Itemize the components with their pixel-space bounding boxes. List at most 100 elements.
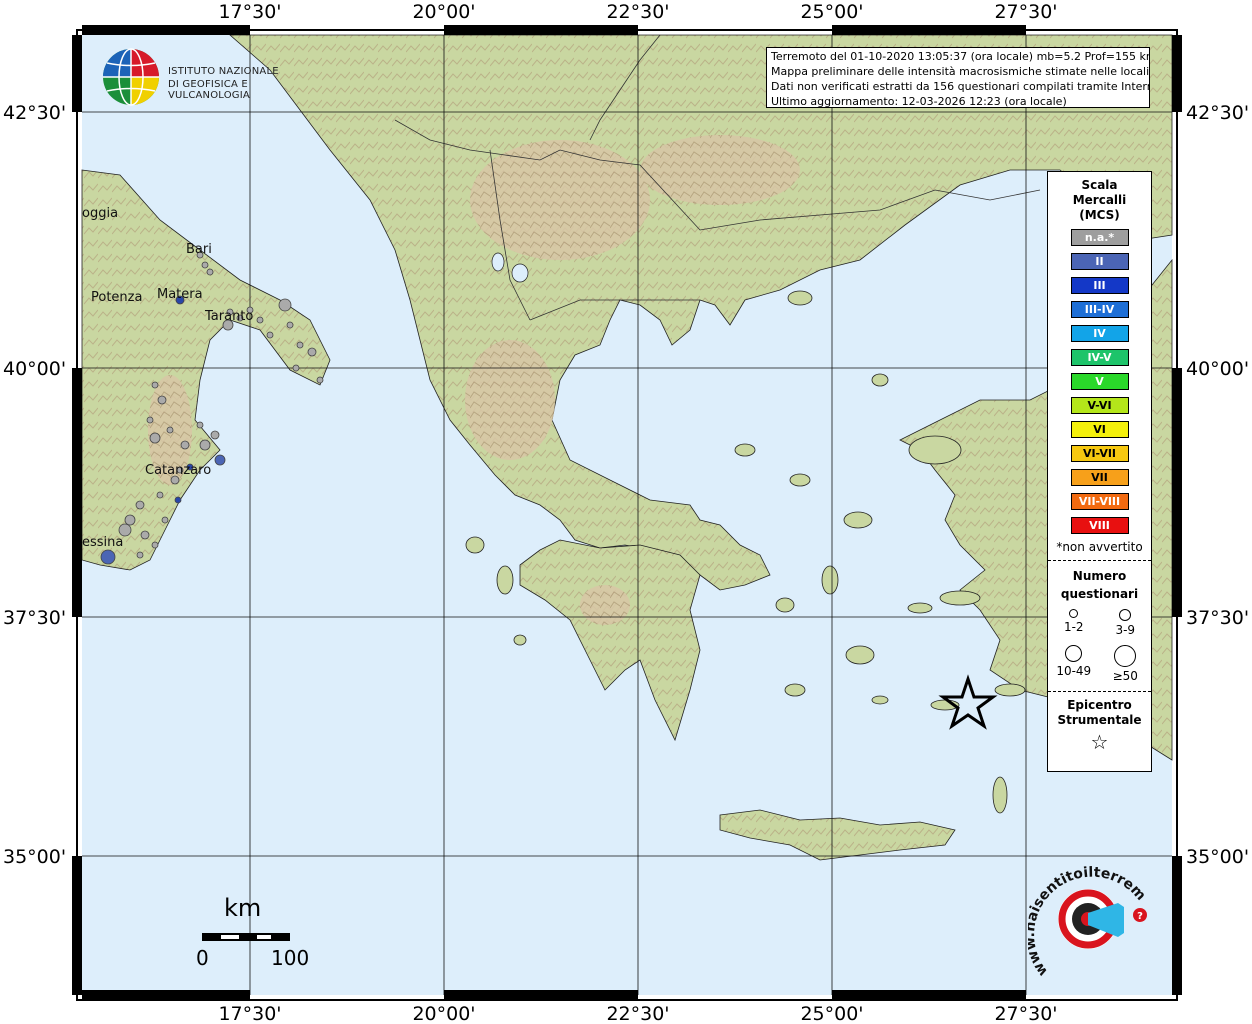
epicenter-title: Epicentro <box>1067 698 1132 712</box>
legend-swatch: V-VI <box>1070 397 1129 414</box>
place-label: essina <box>82 535 123 550</box>
questionnaire-point <box>135 500 145 510</box>
lat-label: 42°30' <box>3 102 66 124</box>
count-circle-medium <box>1119 609 1132 621</box>
questionnaire-point <box>149 432 161 444</box>
count-title: Numero <box>1072 569 1127 583</box>
questionnaire-point <box>316 376 324 384</box>
count-label: 3-9 <box>1115 623 1136 637</box>
questionnaire-point <box>161 516 169 524</box>
event-line: Mappa preliminare delle intensità macros… <box>771 65 1150 78</box>
lon-label: 17°30' <box>218 1 281 23</box>
questionnaire-point <box>266 331 274 339</box>
legend-swatch: III <box>1070 277 1129 294</box>
institute-line-1: ISTITUTO NAZIONALE <box>168 66 279 77</box>
lat-labels-left: 42°30' 40°00' 37°30' 35°00' <box>3 102 66 868</box>
legend-swatch: V <box>1070 373 1129 390</box>
haisentito-logo: ? www.haisentitoilterremoto.it <box>1028 857 1148 977</box>
lon-label: 25°00' <box>800 1003 863 1024</box>
count-row: 10-49 ≥50 <box>1048 645 1151 683</box>
event-line: Ultimo aggiornamento: 12-03-2026 12:23 (… <box>771 95 1067 108</box>
legend-swatch: III-IV <box>1070 301 1129 318</box>
lat-labels-right: 42°30' 40°00' 37°30' 35°00' <box>1186 102 1249 868</box>
questionnaire-point <box>140 530 150 540</box>
count-row: 1-2 3-9 <box>1048 609 1151 637</box>
questionnaire-point <box>199 439 211 451</box>
questionnaire-point <box>174 496 182 504</box>
lon-label: 20°00' <box>412 1 475 23</box>
count-label: 10-49 <box>1056 664 1092 678</box>
scale-bar-max: 100 <box>271 946 310 970</box>
lat-label: 40°00' <box>1186 358 1249 380</box>
questionnaire-point <box>278 298 292 312</box>
scale-bar-title: km <box>224 894 262 922</box>
legend-title: (MCS) <box>1079 208 1120 222</box>
lon-labels-bottom: 17°30' 20°00' 22°30' 25°00' 27°30' <box>218 1003 1057 1024</box>
legend-swatch: IV <box>1070 325 1129 342</box>
questionnaire-point <box>292 364 300 372</box>
count-circle-small <box>1069 609 1079 618</box>
ingv-logo: ISTITUTO NAZIONALE DI GEOFISICA E VULCAN… <box>100 46 320 112</box>
legend-swatch: VI-VII <box>1070 445 1129 462</box>
count-circle-xlarge <box>1114 645 1137 667</box>
legend-swatch: VII <box>1070 469 1129 486</box>
questionnaire-point <box>100 549 116 565</box>
legend-swatch: IV-V <box>1070 349 1129 366</box>
scale-bar-min: 0 <box>196 946 209 970</box>
lat-label: 40°00' <box>3 358 66 380</box>
lat-label: 35°00' <box>3 846 66 868</box>
questionnaire-point <box>136 551 144 559</box>
questionnaire-point <box>296 341 304 349</box>
star-icon: ☆ <box>1090 730 1109 754</box>
lon-label: 20°00' <box>412 1003 475 1024</box>
lon-label: 17°30' <box>218 1003 281 1024</box>
lon-label: 22°30' <box>606 1 669 23</box>
lon-label: 27°30' <box>994 1 1057 23</box>
lon-label: 22°30' <box>606 1003 669 1024</box>
lon-labels-top: 17°30' 20°00' 22°30' 25°00' 27°30' <box>218 1 1057 23</box>
legend-swatches: n.a.* II III III-IV IV IV-V V V-VI VI VI-VII VII VI… <box>1048 229 1151 534</box>
place-label: Bari <box>186 242 212 257</box>
questionnaire-point <box>124 514 136 526</box>
globe-icon <box>103 48 159 106</box>
questionnaire-point <box>307 347 317 357</box>
legend-swatch: II <box>1070 253 1129 270</box>
event-line: Dati non verificati estratti da 156 ques… <box>771 80 1150 93</box>
institute-line-2: DI GEOFISICA E VULCANOLOGIA <box>168 79 250 101</box>
legend-swatch: VII-VIII <box>1070 493 1129 510</box>
questionnaire-point <box>214 454 226 466</box>
epicenter-title: Strumentale <box>1057 713 1142 727</box>
questionnaire-point <box>210 430 220 440</box>
questionnaire-point <box>201 261 209 269</box>
lon-label: 27°30' <box>994 1003 1057 1024</box>
intensity-legend: Scala Mercalli (MCS) n.a.* II III III-IV IV I… <box>1047 171 1152 772</box>
questionnaire-point <box>196 421 204 429</box>
legend-swatch: VI <box>1070 421 1129 438</box>
questionnaire-point <box>157 395 167 405</box>
legend-swatch: VIII <box>1070 517 1129 534</box>
place-label: Matera <box>157 287 203 302</box>
count-label: 1-2 <box>1063 620 1084 634</box>
legend-title: Mercalli <box>1072 193 1127 207</box>
lon-label: 25°00' <box>800 1 863 23</box>
questionnaire-point <box>256 316 264 324</box>
place-label: oggia <box>82 206 118 221</box>
count-title: questionari <box>1060 587 1139 601</box>
questionnaire-point <box>286 321 294 329</box>
questionnaire-point <box>146 416 154 424</box>
questionnaire-point <box>151 541 159 549</box>
count-label: ≥50 <box>1112 669 1138 683</box>
lat-label: 37°30' <box>1186 607 1249 629</box>
legend-swatch: n.a.* <box>1070 229 1129 246</box>
svg-text:?: ? <box>1137 911 1143 922</box>
questionnaire-point <box>166 426 174 434</box>
lat-label: 35°00' <box>1186 846 1249 868</box>
questionnaire-point <box>206 268 214 276</box>
questionnaire-point <box>151 381 159 389</box>
questionnaire-point <box>180 440 190 450</box>
legend-title: Scala <box>1081 178 1118 192</box>
event-info-box: Terremoto del 01-10-2020 13:05:37 (ora l… <box>766 47 1150 108</box>
lat-label: 37°30' <box>3 607 66 629</box>
questionnaire-point <box>156 491 164 499</box>
place-label: Catanzaro <box>145 463 211 478</box>
